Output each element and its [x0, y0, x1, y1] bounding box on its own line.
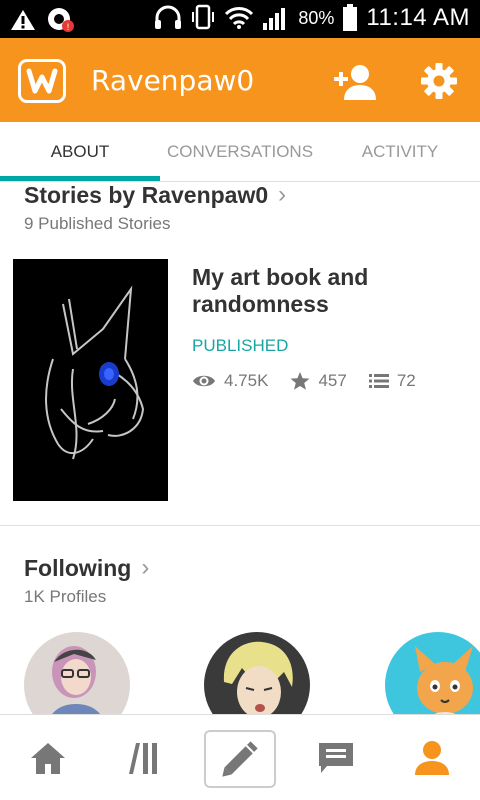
messages-icon [319, 743, 353, 773]
parts-count: 72 [396, 371, 416, 390]
nav-write[interactable] [204, 730, 276, 788]
tab-conversations[interactable]: CONVERSATIONS [160, 122, 320, 182]
section-divider [0, 525, 480, 526]
nav-home[interactable] [0, 715, 96, 800]
signal-icon [263, 8, 286, 30]
reads-stat: 4.75K [192, 371, 268, 391]
tab-about[interactable]: ABOUT [0, 122, 160, 182]
settings-gear-icon[interactable] [420, 62, 458, 100]
status-time: 11:14 AM [366, 4, 470, 31]
parts-stat: 72 [368, 371, 416, 391]
nav-library[interactable] [96, 715, 192, 800]
story-stats: 4.75K 457 72 [192, 371, 438, 391]
profile-icon [415, 741, 449, 775]
vibrate-icon [192, 4, 215, 30]
bottom-navigation [0, 714, 480, 800]
reads-count: 4.75K [224, 371, 269, 390]
story-title[interactable]: My art book and randomness [192, 264, 462, 318]
wifi-icon [225, 7, 254, 29]
home-icon [31, 743, 65, 774]
add-user-icon[interactable] [332, 62, 378, 102]
profile-username: Ravenpaw0 [91, 64, 255, 97]
story-cover[interactable] [13, 259, 168, 501]
svg-text:!: ! [67, 22, 70, 32]
nav-profile[interactable] [384, 715, 480, 800]
write-pencil-icon [222, 741, 258, 777]
story-cover-art [13, 259, 168, 501]
nav-messages[interactable] [288, 715, 384, 800]
votes-count: 457 [318, 371, 347, 390]
wattpad-logo[interactable] [18, 59, 66, 103]
star-icon [290, 372, 310, 390]
headphones-icon [155, 5, 182, 29]
chevron-right-icon: › [278, 181, 287, 208]
w-logo-icon [26, 68, 58, 94]
votes-stat: 457 [290, 371, 347, 391]
app-notification-icon: ! [48, 8, 74, 32]
stories-title: Stories by Ravenpaw0 [24, 181, 269, 208]
list-icon [368, 374, 389, 388]
status-bar: ! 80% 11:14 AM [0, 0, 480, 38]
app-bar: Ravenpaw0 [0, 38, 480, 122]
following-title: Following [24, 554, 132, 581]
warning-icon [11, 10, 35, 30]
library-icon [129, 743, 157, 774]
profile-tabs: ABOUT CONVERSATIONS ACTIVITY [0, 122, 480, 182]
following-count: 1K Profiles [24, 587, 107, 606]
eye-icon [193, 375, 215, 387]
stories-header[interactable]: Stories by Ravenpaw0 › [24, 181, 286, 209]
battery-icon [343, 4, 358, 31]
tab-activity[interactable]: ACTIVITY [320, 122, 480, 182]
chevron-right-icon: › [141, 554, 150, 581]
story-status: PUBLISHED [192, 336, 289, 355]
following-header[interactable]: Following › [24, 554, 149, 582]
battery-percent: 80% [298, 7, 335, 28]
stories-count: 9 Published Stories [24, 214, 171, 233]
